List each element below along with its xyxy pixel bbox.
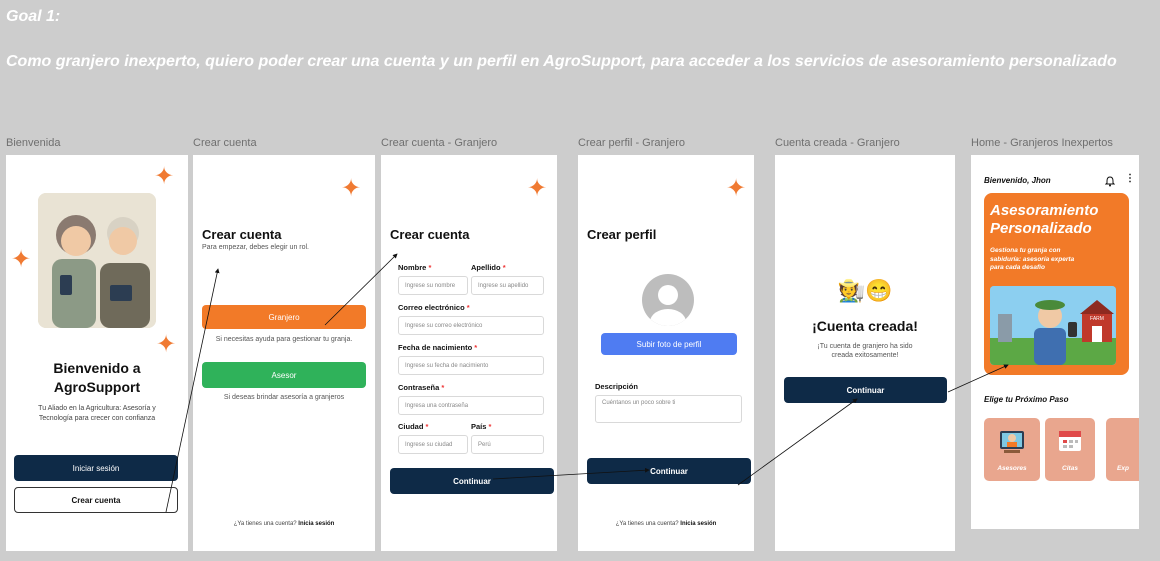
sparkle-icon: ✦ xyxy=(726,175,747,202)
continue-button[interactable]: Continuar xyxy=(784,377,947,403)
login-prompt: ¿Ya tienes una cuenta? Inicia sesión xyxy=(615,521,717,527)
sparkle-icon: ✦ xyxy=(341,175,362,202)
frame-label-crear-cuenta-granjero: Crear cuenta - Granjero xyxy=(381,137,498,149)
banner-title: Asesoramiento Personalizado xyxy=(990,202,1099,237)
experiences-card-label: Exp xyxy=(1117,465,1129,472)
greeting-text: Bienvenido, Jhon xyxy=(984,176,1051,185)
name-field[interactable]: Ingrese su nombre xyxy=(398,276,468,295)
page-title: Crear perfil xyxy=(587,227,657,242)
account-created-screen: 🧑‍🌾😁 ¡Cuenta creada! ¡Tu cuenta de granj… xyxy=(775,155,955,551)
email-field[interactable]: Ingrese su correo electrónico xyxy=(398,316,544,335)
farmer-role-button[interactable]: Granjero xyxy=(202,305,366,329)
section-title: Elige tu Próximo Paso xyxy=(984,395,1069,404)
frame-label-cuenta-creada: Cuenta creada - Granjero xyxy=(775,137,900,149)
advisors-card[interactable]: Asesores xyxy=(984,418,1040,481)
upload-photo-button[interactable]: Subir foto de perfil xyxy=(601,333,737,355)
sparkle-icon: ✦ xyxy=(527,175,548,202)
login-link[interactable]: Inicia sesión xyxy=(680,521,716,527)
role-screen: ✦ Crear cuenta Para empezar, debes elegi… xyxy=(193,155,375,551)
success-title: ¡Cuenta creada! xyxy=(812,318,918,334)
home-screen: Bienvenido, Jhon ⋮ Asesoramiento Persona… xyxy=(971,155,1139,529)
elderly-couple-illustration xyxy=(38,193,156,328)
login-button[interactable]: Iniciar sesión xyxy=(14,455,178,481)
goal-title: Goal 1: xyxy=(6,8,61,25)
advisor-role-hint: Si deseas brindar asesoría a granjeros xyxy=(223,394,345,401)
appointments-card[interactable]: Citas xyxy=(1045,418,1095,481)
goal-description: Como granjero inexperto, quiero poder cr… xyxy=(6,53,1117,70)
frame-label-home: Home - Granjeros Inexpertos xyxy=(971,137,1113,149)
birthdate-label: Fecha de nacimiento * xyxy=(398,343,478,352)
email-label: Correo electrónico * xyxy=(398,303,470,312)
advisory-banner[interactable]: Asesoramiento Personalizado Gestiona tu … xyxy=(984,193,1129,375)
city-field[interactable]: Ingrese su ciudad xyxy=(398,435,468,454)
description-label: Descripción xyxy=(595,382,638,391)
city-label: Ciudad * xyxy=(398,422,429,431)
more-options-icon[interactable]: ⋮ xyxy=(1125,173,1135,184)
farmer-role-hint: Si necesitas ayuda para gestionar tu gra… xyxy=(215,336,353,343)
country-label: País * xyxy=(471,422,492,431)
frame-label-crear-cuenta: Crear cuenta xyxy=(193,137,257,149)
profile-screen: ✦ Crear perfil Subir foto de perfil Desc… xyxy=(578,155,754,551)
advisors-card-label: Asesores xyxy=(997,465,1027,472)
continue-button[interactable]: Continuar xyxy=(587,458,751,484)
avatar-placeholder-icon xyxy=(642,274,694,326)
password-label: Contraseña * xyxy=(398,383,445,392)
banner-text: Gestiona tu granja con sabiduría: asesor… xyxy=(990,247,1075,271)
frame-label-crear-perfil: Crear perfil - Granjero xyxy=(578,137,685,149)
continue-button[interactable]: Continuar xyxy=(390,468,554,494)
description-field[interactable]: Cuéntanos un poco sobre ti xyxy=(595,395,742,423)
lastname-field[interactable]: Ingrese su apellido xyxy=(471,276,544,295)
success-message: ¡Tu cuenta de granjero ha sido creada ex… xyxy=(817,343,913,359)
welcome-title: Bienvenido a AgroSupport xyxy=(53,360,141,395)
page-title: Crear cuenta xyxy=(390,227,470,242)
register-screen: ✦ Crear cuenta Nombre * Apellido * Ingre… xyxy=(381,155,557,551)
advisor-icon xyxy=(998,427,1026,460)
name-label: Nombre * xyxy=(398,263,432,272)
page-title: Crear cuenta xyxy=(202,227,282,242)
welcome-subtitle: Tu Aliado en la Agricultura: Asesoría y … xyxy=(38,405,156,422)
farmer-illustration: FARM xyxy=(990,286,1116,365)
country-field[interactable]: Perú xyxy=(471,435,544,454)
login-prompt: ¿Ya tienes una cuenta? Inicia sesión xyxy=(233,521,335,527)
calendar-icon xyxy=(1057,427,1083,458)
barn-sign: FARM xyxy=(1090,316,1104,322)
lastname-label: Apellido * xyxy=(471,263,506,272)
welcome-screen: ✦ ✦ ✦ Bienvenido a AgroSupport Tu Aliado… xyxy=(6,155,188,551)
page-subtitle: Para empezar, debes elegir un rol. xyxy=(202,244,310,251)
farmer-emoji-icon: 🧑‍🌾😁 xyxy=(837,278,893,303)
create-account-button[interactable]: Crear cuenta xyxy=(14,487,178,513)
sparkle-icon: ✦ xyxy=(11,246,32,273)
advisor-role-button[interactable]: Asesor xyxy=(202,362,366,388)
sparkle-icon: ✦ xyxy=(154,163,175,190)
experiences-card[interactable]: Exp xyxy=(1106,418,1139,481)
bell-icon[interactable] xyxy=(1104,174,1116,192)
password-field[interactable]: Ingresa una contraseña xyxy=(398,396,544,415)
frame-label-bienvenida: Bienvenida xyxy=(6,137,61,149)
login-link[interactable]: Inicia sesión xyxy=(298,521,334,527)
sparkle-icon: ✦ xyxy=(156,331,177,358)
appointments-card-label: Citas xyxy=(1062,465,1078,472)
birthdate-field[interactable]: Ingrese su fecha de nacimiento xyxy=(398,356,544,375)
